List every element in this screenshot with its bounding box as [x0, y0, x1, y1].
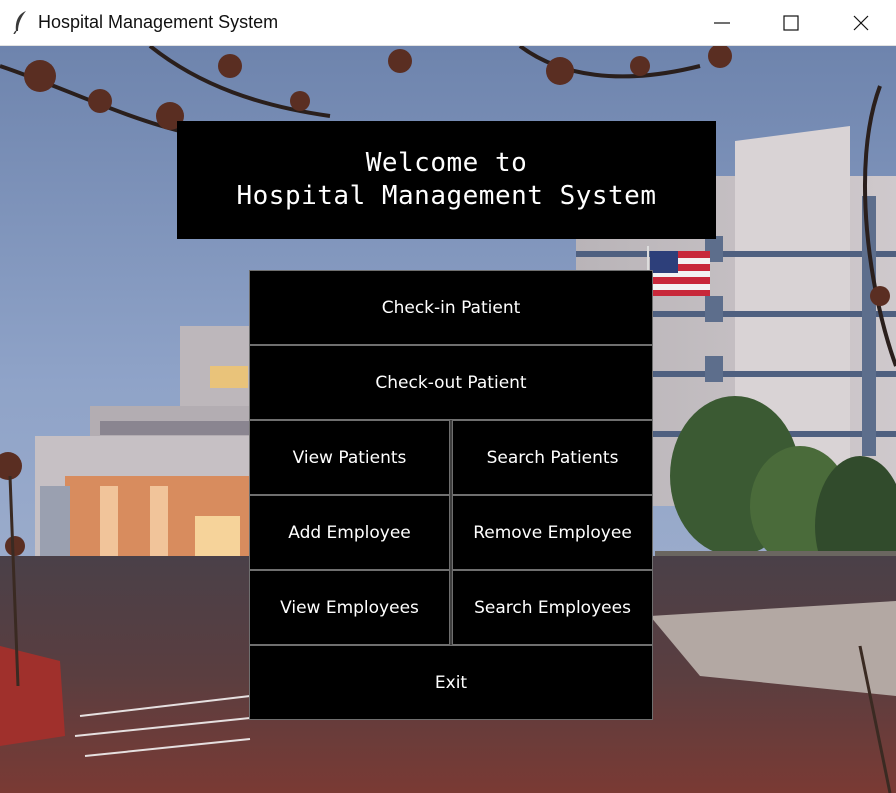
maximize-icon: [783, 14, 799, 31]
check-in-patient-button[interactable]: Check-in Patient: [249, 270, 653, 345]
add-employee-button[interactable]: Add Employee: [249, 495, 450, 570]
minimize-button[interactable]: [699, 0, 745, 45]
welcome-line-1: Welcome to: [365, 148, 528, 178]
window-title: Hospital Management System: [38, 12, 279, 32]
title-bar: Hospital Management System: [0, 0, 896, 46]
view-patients-button[interactable]: View Patients: [249, 420, 450, 495]
remove-employee-button[interactable]: Remove Employee: [452, 495, 653, 570]
welcome-banner: Welcome to Hospital Management System: [177, 121, 716, 239]
view-employees-button[interactable]: View Employees: [249, 570, 450, 645]
check-out-patient-button[interactable]: Check-out Patient: [249, 345, 653, 420]
close-icon: [853, 15, 869, 30]
search-employees-button[interactable]: Search Employees: [452, 570, 653, 645]
welcome-line-2: Hospital Management System: [236, 181, 657, 211]
close-button[interactable]: [838, 0, 884, 45]
search-patients-button[interactable]: Search Patients: [452, 420, 653, 495]
minimize-icon: [714, 21, 730, 24]
exit-button[interactable]: Exit: [249, 645, 653, 720]
feather-icon: [13, 11, 26, 34]
maximize-button[interactable]: [768, 0, 814, 45]
main-window: Welcome to Hospital Management System Ch…: [0, 46, 896, 793]
main-menu: Check-in Patient Check-out Patient View …: [249, 270, 653, 720]
